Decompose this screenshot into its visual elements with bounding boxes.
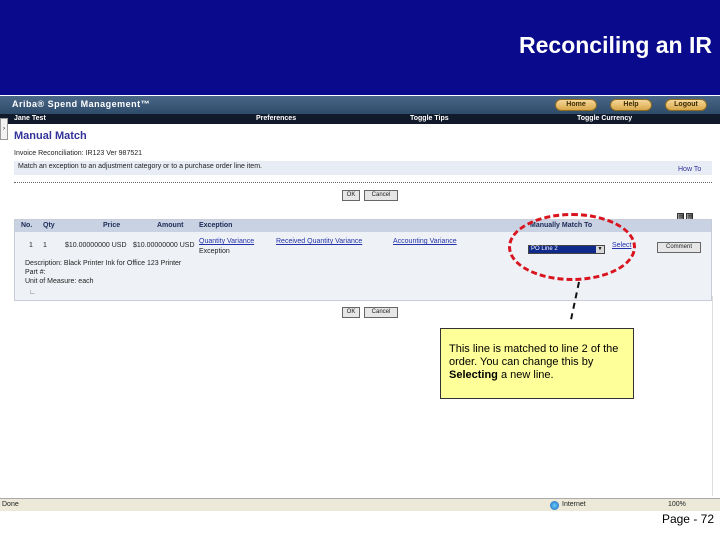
left-panel-toggle[interactable]: ›: [0, 118, 8, 140]
menu-toggle-currency[interactable]: Toggle Currency: [577, 114, 632, 124]
how-to-link[interactable]: How To: [678, 166, 701, 173]
callout-text-bold: Selecting: [449, 369, 498, 381]
row-amount: $10.00000000 USD: [133, 242, 195, 249]
comment-button[interactable]: Comment: [657, 242, 701, 253]
cancel-button-bottom[interactable]: Cancel: [364, 307, 398, 318]
ariba-logo: Ariba® Spend Management™: [12, 99, 151, 109]
ok-button-top[interactable]: OK: [342, 190, 360, 201]
page-heading: Manual Match: [14, 130, 87, 142]
exception-received-quantity-variance[interactable]: Received Quantity Variance: [276, 238, 362, 245]
row-part-number: Part #:: [25, 269, 46, 276]
status-done: Done: [2, 501, 19, 508]
exception-label: Exception: [199, 248, 230, 255]
status-zone: Internet: [562, 501, 586, 508]
ariba-top-bar: Ariba® Spend Management™ Home Help Logou…: [0, 96, 720, 114]
callout-text-end: a new line.: [497, 369, 554, 381]
page-number: Page - 72: [661, 512, 714, 526]
slide-header: Reconciling an IR: [0, 0, 720, 95]
app-window: Ariba® Spend Management™ Home Help Logou…: [0, 96, 720, 510]
home-button[interactable]: Home: [555, 99, 597, 111]
menu-preferences[interactable]: Preferences: [256, 114, 296, 124]
logout-button[interactable]: Logout: [665, 99, 707, 111]
divider: [14, 182, 712, 183]
tree-connector-icon: ∟: [29, 289, 36, 296]
zoom-level[interactable]: 100%: [668, 501, 686, 508]
col-price: Price: [103, 222, 121, 229]
globe-icon: [550, 501, 559, 510]
ok-button-bottom[interactable]: OK: [342, 307, 360, 318]
col-exception: Exception: [199, 222, 233, 229]
cancel-button-top[interactable]: Cancel: [364, 190, 398, 201]
instruction-bar: Match an exception to an adjustment cate…: [14, 161, 712, 175]
browser-status-bar: Done Internet 100%: [0, 498, 720, 511]
row-unit-of-measure: Unit of Measure: each: [25, 278, 94, 285]
help-button[interactable]: Help: [610, 99, 652, 111]
user-name: Jane Test: [14, 115, 46, 122]
slide-title: Reconciling an IR: [519, 32, 712, 58]
row-description: Description: Black Printer Ink for Offic…: [25, 260, 182, 267]
col-no: No.: [21, 222, 33, 229]
row-qty: 1: [43, 242, 47, 249]
scrollbar[interactable]: [712, 296, 720, 496]
exception-accounting-variance[interactable]: Accounting Variance: [393, 238, 457, 245]
menu-bar: Jane Test Preferences Toggle Tips Toggle…: [0, 114, 720, 124]
row-no: 1: [29, 242, 33, 249]
row-price: $10.00000000 USD: [65, 242, 127, 249]
col-qty: Qty: [43, 222, 55, 229]
callout-note: This line is matched to line 2 of the or…: [440, 328, 634, 399]
invoice-reference: Invoice Reconciliation: IR123 Ver 987521: [14, 150, 143, 157]
highlight-oval: [508, 213, 636, 281]
callout-text-start: This line is matched to line 2 of the or…: [449, 343, 619, 368]
menu-toggle-tips[interactable]: Toggle Tips: [410, 114, 449, 124]
col-amount: Amount: [157, 222, 184, 229]
instruction-text: Match an exception to an adjustment cate…: [18, 163, 262, 170]
exception-quantity-variance[interactable]: Quantity Variance: [199, 238, 254, 245]
